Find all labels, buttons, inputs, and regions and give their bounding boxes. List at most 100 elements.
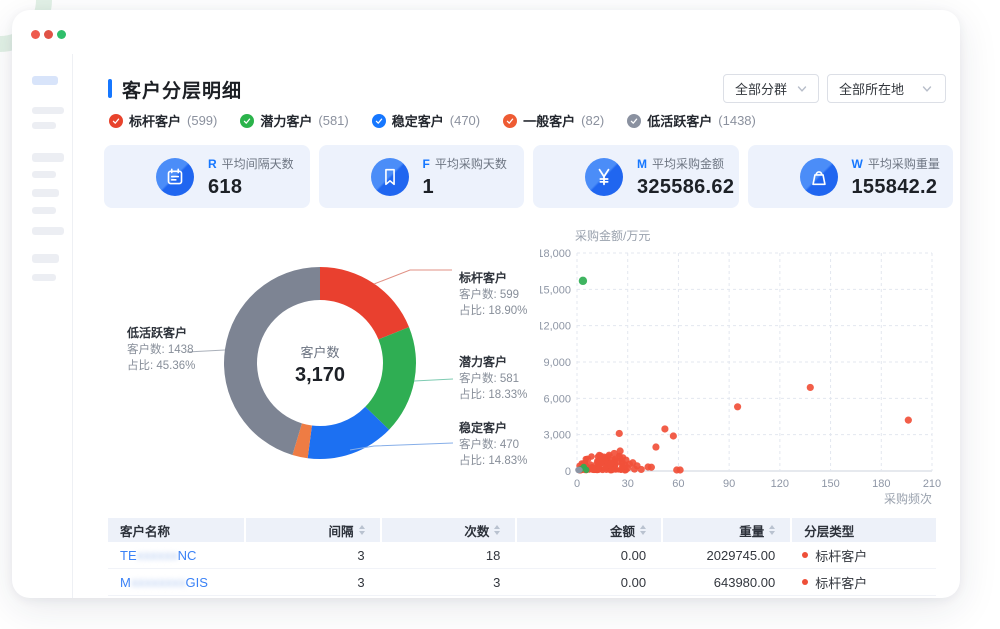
stat-letter: M <box>637 157 647 171</box>
scatter-point <box>905 417 912 424</box>
table-cell: TEXXXXXXNC <box>108 542 244 568</box>
column-header: 客户名称 <box>108 518 244 542</box>
legend-item[interactable]: 一般客户(82) <box>503 111 604 130</box>
sidebar-item-placeholder[interactable] <box>32 227 64 235</box>
stat-value: 1 <box>423 176 507 199</box>
y-axis-title: 采购金额/万元 <box>575 228 650 243</box>
sidebar-item-placeholder[interactable] <box>32 254 59 263</box>
scatter-point <box>734 403 741 410</box>
column-header[interactable]: 次数 <box>380 518 516 542</box>
title-accent-bar <box>108 79 112 98</box>
customer-name-link[interactable]: TEXXXXXXNC <box>120 548 196 563</box>
scatter-point <box>597 461 604 468</box>
x-axis-title: 采购频次 <box>884 491 932 506</box>
stat-card: F平均采购天数1 <box>319 145 525 208</box>
legend-label: 一般客户 <box>523 111 575 130</box>
column-header[interactable]: 金额 <box>515 518 661 542</box>
filter-group-dropdown[interactable]: 全部分群 <box>723 74 819 103</box>
scatter-point <box>597 467 602 472</box>
legend: 标杆客户 (599) 潜力客户(581) 稳定客户 (470) 一般客户(82) 低活跃客户… <box>109 111 756 130</box>
scatter-chart: 03,0006,0009,00012,00015,00018,000030609… <box>540 225 960 517</box>
donut-segment-label: 潜力客户客户数: 581占比: 18.33% <box>459 354 569 403</box>
scatter-point <box>624 464 631 471</box>
x-tick-label: 120 <box>771 478 789 490</box>
legend-item[interactable]: 低活跃客户(1438) <box>627 111 756 130</box>
y-tick-label: 12,000 <box>540 321 571 333</box>
column-header[interactable]: 间隔 <box>244 518 380 542</box>
maximize-button[interactable] <box>57 30 66 39</box>
scatter-point <box>648 464 655 471</box>
legend-count: (599) <box>187 113 217 128</box>
y-tick-label: 18,000 <box>540 248 571 260</box>
legend-count: (1438) <box>718 113 756 128</box>
sort-icon[interactable] <box>769 525 775 535</box>
stat-letter: R <box>208 157 217 171</box>
check-circle-icon <box>503 114 517 128</box>
minimize-button[interactable] <box>44 30 53 39</box>
sort-icon[interactable] <box>640 525 646 535</box>
table-row[interactable]: TEXXXXXXNC3180.002029745.00标杆客户 <box>108 542 936 569</box>
tier-dot-icon <box>802 579 808 585</box>
stat-value: 618 <box>208 176 294 199</box>
sidebar-item-placeholder[interactable] <box>32 153 64 162</box>
customer-name-link[interactable]: MXXXXXXXXGIS <box>120 575 208 590</box>
column-label: 金额 <box>610 521 635 540</box>
customer-table: 客户名称间隔次数金额重量分层类型TEXXXXXXNC3180.002029745… <box>108 518 936 596</box>
legend-item[interactable]: 标杆客户 (599) <box>109 111 217 130</box>
donut-segment-label: 稳定客户客户数: 470占比: 14.83% <box>459 420 569 469</box>
legend-label: 标杆客户 <box>129 111 181 130</box>
column-label: 间隔 <box>329 521 354 540</box>
donut-center-value: 3,170 <box>260 364 380 387</box>
legend-item[interactable]: 稳定客户 (470) <box>372 111 480 130</box>
x-tick-label: 60 <box>672 478 684 490</box>
sidebar-item-placeholder[interactable] <box>32 189 59 197</box>
scatter-point <box>631 465 638 472</box>
sidebar-item-placeholder[interactable] <box>32 274 56 281</box>
check-circle-icon <box>109 114 123 128</box>
sidebar-item-active[interactable] <box>32 76 58 85</box>
table-row[interactable]: MXXXXXXXXGIS330.00643980.00标杆客户 <box>108 569 936 596</box>
stat-card: W平均采购重量155842.2 <box>748 145 954 208</box>
sort-icon[interactable] <box>494 525 500 535</box>
masked-text: XXXXXX <box>137 551 178 563</box>
donut-segment-label: 低活跃客户客户数: 1438占比: 45.36% <box>127 325 237 374</box>
sidebar-item-placeholder[interactable] <box>32 107 64 114</box>
page-header: 客户分层明细 全部分群 全部所在地 <box>108 74 946 104</box>
scatter-point <box>583 467 589 473</box>
page-title: 客户分层明细 <box>122 76 242 103</box>
calendar-icon <box>156 158 194 196</box>
stat-letter: W <box>852 157 863 171</box>
donut-segment[interactable] <box>320 267 409 339</box>
scatter-point <box>600 453 607 460</box>
legend-label: 稳定客户 <box>392 111 444 130</box>
legend-count: (470) <box>450 113 480 128</box>
table-cell: 3 <box>380 569 516 595</box>
donut-center-label: 客户数 3,170 <box>260 342 380 387</box>
chevron-down-icon <box>797 84 807 94</box>
sidebar-item-placeholder[interactable] <box>32 207 56 214</box>
scatter-point <box>677 466 684 473</box>
donut-leader-line <box>374 270 452 284</box>
tier-label: 标杆客户 <box>815 573 867 592</box>
sidebar-item-placeholder[interactable] <box>32 122 56 129</box>
table-cell: 标杆客户 <box>790 542 936 568</box>
stat-cards: R平均间隔天数618F平均采购天数1M平均采购金额325586.62W平均采购重… <box>104 145 953 208</box>
table-cell: 2029745.00 <box>661 542 790 568</box>
column-header[interactable]: 重量 <box>661 518 790 542</box>
x-tick-label: 30 <box>622 478 634 490</box>
sidebar-item-placeholder[interactable] <box>32 171 56 178</box>
table-cell: 3 <box>244 542 380 568</box>
table-cell: 0.00 <box>515 569 661 595</box>
column-header: 分层类型 <box>790 518 936 542</box>
scatter-point <box>616 430 623 437</box>
filter-location-dropdown[interactable]: 全部所在地 <box>827 74 946 103</box>
table-cell: 0.00 <box>515 542 661 568</box>
scatter-point <box>607 460 614 467</box>
legend-item[interactable]: 潜力客户(581) <box>240 111 348 130</box>
scatter-point <box>614 458 621 465</box>
sort-icon[interactable] <box>359 525 365 535</box>
window-controls <box>31 30 66 39</box>
column-label: 次数 <box>464 521 489 540</box>
close-button[interactable] <box>31 30 40 39</box>
table-header: 客户名称 间隔 次数 金额 重量分层类型 <box>108 518 936 542</box>
